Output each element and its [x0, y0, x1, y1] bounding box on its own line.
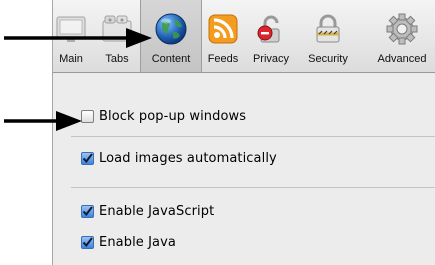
checkmark-icon: [82, 153, 93, 164]
lock-icon: [311, 12, 345, 46]
checkmark-icon: [82, 237, 93, 248]
toolbar-item-label: Security: [308, 53, 348, 65]
gear-icon: [385, 12, 419, 46]
block-popups-checkbox[interactable]: Block pop-up windows: [81, 109, 246, 124]
block-popups-label: Block pop-up windows: [99, 109, 247, 124]
content-pane: Block pop-up windows Load images automat…: [53, 73, 435, 265]
checkbox-checked[interactable]: [81, 152, 94, 165]
divider: [71, 136, 435, 137]
toolbar-item-privacy[interactable]: Privacy: [248, 4, 294, 68]
toolbar-item-security[interactable]: Security: [300, 4, 356, 68]
toolbar-item-label: Main: [59, 53, 83, 65]
checkbox-checked[interactable]: [81, 236, 94, 249]
privacy-icon: [254, 12, 288, 46]
load-images-checkbox[interactable]: Load images automatically: [81, 151, 277, 166]
enable-java-label: Enable Java: [99, 235, 176, 250]
enable-javascript-checkbox[interactable]: Enable JavaScript: [81, 204, 214, 219]
load-images-label: Load images automatically: [99, 151, 277, 166]
annotation-arrow-content: [4, 28, 152, 48]
annotation-arrow-popups: [4, 111, 82, 131]
toolbar-item-label: Feeds: [207, 53, 239, 65]
toolbar-item-advanced[interactable]: Advanced: [370, 4, 434, 68]
toolbar-item-label: Privacy: [252, 53, 290, 65]
checkbox-checked[interactable]: [81, 205, 94, 218]
toolbar-item-label: Advanced: [377, 53, 427, 65]
checkmark-icon: [82, 206, 93, 217]
enable-javascript-label: Enable JavaScript: [99, 204, 215, 219]
divider: [71, 187, 435, 188]
toolbar-item-feeds[interactable]: Feeds: [203, 4, 243, 68]
enable-java-checkbox[interactable]: Enable Java: [81, 235, 176, 250]
rss-feed-icon: [206, 12, 240, 46]
toolbar-item-label: Content: [151, 53, 191, 65]
toolbar-item-label: Tabs: [105, 53, 129, 65]
